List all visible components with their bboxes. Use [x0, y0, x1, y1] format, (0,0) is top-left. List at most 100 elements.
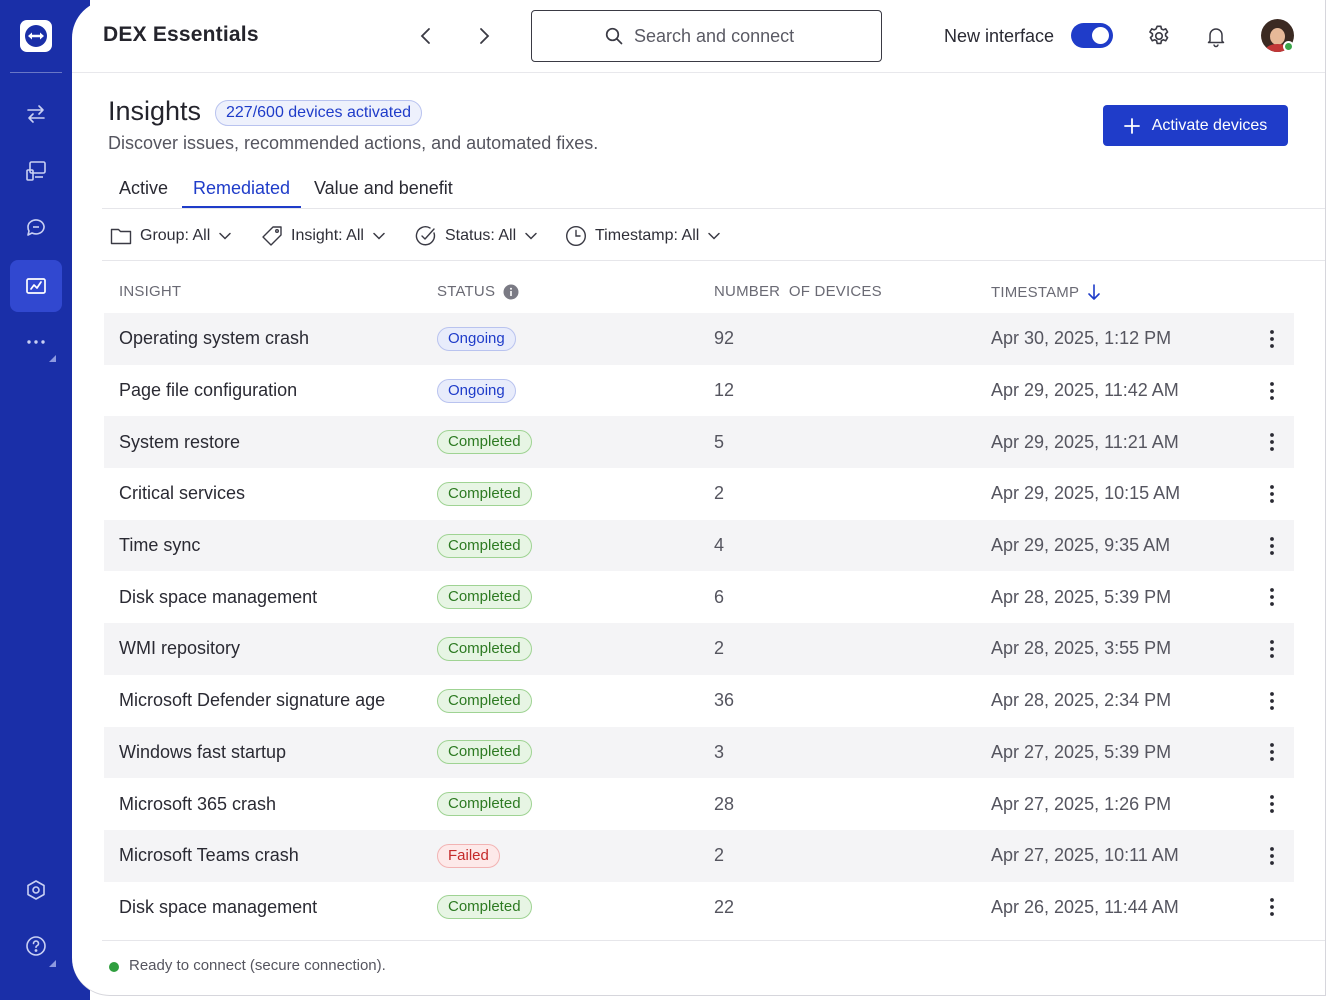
table-row[interactable]: Operating system crash Ongoing 92 Apr 30, 2…: [104, 313, 1294, 365]
status-cell: Completed: [437, 416, 532, 468]
rail-item-insights[interactable]: [10, 260, 62, 312]
table-row[interactable]: WMI repository Completed 2 Apr 28, 2025, 3:…: [104, 623, 1294, 675]
tab-remediated[interactable]: Remediated: [182, 172, 302, 209]
column-header-timestamp-label: TIMESTAMP: [991, 283, 1080, 301]
insight-name: Microsoft Defender signature age: [119, 690, 386, 711]
timestamp: Apr 29, 2025, 11:42 AM: [991, 380, 1179, 401]
table-row[interactable]: Windows fast startup Completed 3 Apr 27, 20…: [104, 726, 1294, 779]
timestamp: Apr 28, 2025, 2:34 PM: [991, 690, 1172, 711]
device-count: 12: [714, 380, 735, 401]
column-header-timestamp[interactable]: TIMESTAMP: [991, 283, 1101, 301]
rail-item-chat[interactable]: [10, 202, 62, 254]
transfer-arrows-icon: [27, 105, 45, 123]
insight-name: Disk space management: [119, 586, 318, 607]
table-row[interactable]: Microsoft Defender signature age Complete…: [104, 675, 1294, 727]
status-badge: Ongoing: [437, 326, 516, 351]
column-header-status[interactable]: STATUS: [437, 283, 519, 300]
row-menu-button[interactable]: [1258, 571, 1286, 623]
table-row[interactable]: Microsoft 365 crash Completed 28 Apr 27, 20…: [104, 778, 1294, 830]
filter-group[interactable]: Group: All: [110, 222, 232, 250]
device-count: 2: [714, 483, 725, 504]
kebab-menu-icon: [1270, 485, 1274, 503]
row-menu-button[interactable]: [1258, 313, 1286, 365]
search-box[interactable]: [531, 10, 882, 62]
plus-icon: [1123, 117, 1140, 134]
timestamp: Apr 28, 2025, 3:55 PM: [991, 638, 1172, 659]
sort-descending-icon[interactable]: [1087, 283, 1101, 301]
status-badge: Failed: [437, 843, 500, 868]
notifications-button[interactable]: [1202, 22, 1230, 50]
table-row[interactable]: Critical services Completed 2 Apr 29, 2025,…: [104, 468, 1294, 520]
row-menu-button[interactable]: [1258, 778, 1286, 830]
filter-status[interactable]: Status: All: [415, 222, 538, 250]
logo-icon[interactable]: [20, 20, 52, 52]
toggle-knob: [1092, 27, 1109, 44]
new-interface-toggle[interactable]: [1071, 23, 1113, 48]
timestamp: Apr 28, 2025, 5:39 PM: [991, 586, 1172, 607]
top-bar: DEX Essentials New interface: [72, 0, 1325, 73]
bell-icon: [1207, 28, 1225, 48]
info-icon[interactable]: [503, 284, 519, 300]
filter-insight[interactable]: Insight: All: [261, 222, 386, 250]
status-badge: Completed: [437, 792, 532, 817]
column-header-insight[interactable]: INSIGHT: [119, 283, 181, 300]
table-row[interactable]: Disk space management Completed 6 Apr 28, 2…: [104, 571, 1294, 623]
back-button[interactable]: [415, 25, 437, 47]
activate-devices-button[interactable]: Activate devices: [1103, 105, 1288, 146]
insight-name: Critical services: [119, 483, 246, 504]
row-menu-button[interactable]: [1258, 416, 1286, 468]
status-badge: Ongoing: [437, 378, 516, 403]
table-row[interactable]: Microsoft Teams crash Failed 2 Apr 27, 2025…: [104, 829, 1294, 882]
tab-value-and-benefit[interactable]: Value and benefit: [303, 172, 464, 209]
rail-divider: [10, 72, 62, 73]
row-menu-button[interactable]: [1258, 675, 1286, 727]
row-menu-button[interactable]: [1258, 882, 1286, 934]
admin-settings-icon: [27, 880, 45, 900]
tabs-divider: [102, 208, 1325, 209]
search-input[interactable]: [634, 25, 809, 47]
new-interface-label: New interface: [944, 26, 1055, 46]
kebab-menu-icon: [1270, 640, 1274, 658]
rail-item-transfer[interactable]: [10, 88, 62, 140]
status-cell: Completed: [437, 882, 532, 934]
forward-button[interactable]: [473, 25, 495, 47]
row-menu-button[interactable]: [1258, 365, 1286, 417]
row-menu-button[interactable]: [1258, 468, 1286, 520]
kebab-menu-icon: [1270, 898, 1274, 917]
filters-divider: [102, 260, 1325, 261]
table-row[interactable]: Disk space management Completed 22 Apr 26, …: [104, 882, 1294, 934]
rail-item-admin-settings[interactable]: [10, 864, 62, 916]
status-cell: Ongoing: [437, 313, 516, 365]
table-row[interactable]: System restore Completed 5 Apr 29, 2025, 11…: [104, 416, 1294, 469]
kebab-menu-icon: [1270, 433, 1274, 452]
device-count: 92: [714, 328, 735, 349]
rail-corner-indicator: [49, 960, 56, 967]
table-row[interactable]: Page file configuration Ongoing 12 Apr 29, …: [104, 365, 1294, 417]
table-row[interactable]: Time sync Completed 4 Apr 29, 2025, 9:35 AM: [104, 519, 1294, 572]
tab-active[interactable]: Active: [108, 172, 179, 209]
device-count: 22: [714, 896, 735, 917]
status-badge: Completed: [437, 895, 532, 920]
row-menu-button[interactable]: [1258, 520, 1286, 572]
filter-timestamp[interactable]: Timestamp: All: [565, 222, 721, 250]
status-cell: Completed: [437, 571, 532, 623]
row-menu-button[interactable]: [1258, 830, 1286, 882]
column-header-count[interactable]: NUMBER OF DEVICES: [714, 283, 882, 300]
insights-icon: [26, 278, 46, 294]
status-cell: Completed: [437, 520, 532, 572]
status-badge: Completed: [437, 636, 532, 661]
insight-name: WMI repository: [119, 638, 241, 659]
timestamp: Apr 26, 2025, 11:44 AM: [991, 896, 1179, 917]
device-count: 3: [714, 741, 725, 762]
chevron-down-icon: [373, 232, 385, 240]
insight-name: Page file configuration: [119, 380, 298, 401]
insight-name: Operating system crash: [119, 328, 310, 349]
timestamp: Apr 29, 2025, 10:15 AM: [991, 483, 1181, 504]
page-title: Insights: [108, 96, 202, 126]
row-menu-button[interactable]: [1258, 727, 1286, 779]
rail-item-remote-device[interactable]: [10, 145, 62, 197]
row-menu-button[interactable]: [1258, 623, 1286, 675]
settings-button[interactable]: [1145, 22, 1173, 50]
insight-name: Microsoft 365 crash: [119, 793, 277, 814]
timestamp: Apr 27, 2025, 5:39 PM: [991, 741, 1172, 762]
